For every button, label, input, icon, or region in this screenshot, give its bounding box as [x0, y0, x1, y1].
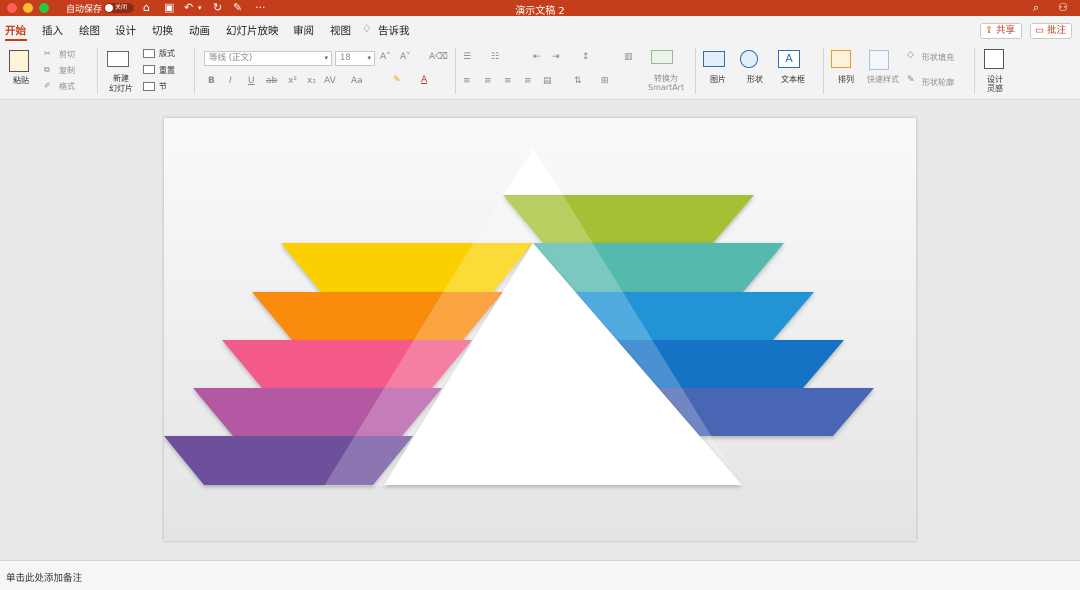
paste-label[interactable]: 粘贴: [13, 75, 29, 86]
textbox-icon[interactable]: A: [778, 50, 800, 68]
shape-fill-label[interactable]: 形状填充: [922, 52, 954, 63]
font-name-select[interactable]: 等线 (正文) ▾: [204, 51, 332, 66]
designer-label-2[interactable]: 灵感: [987, 83, 1003, 94]
underline-icon[interactable]: U: [248, 76, 255, 86]
format-painter-label[interactable]: 格式: [59, 81, 75, 92]
section-icon[interactable]: [143, 82, 155, 91]
layout-icon[interactable]: [143, 49, 155, 58]
change-case-icon[interactable]: Aa: [351, 76, 363, 86]
char-spacing-icon[interactable]: AV: [324, 76, 336, 86]
tab-slideshow[interactable]: 幻灯片放映: [226, 23, 279, 38]
tab-animations[interactable]: 动画: [189, 23, 210, 38]
tab-home[interactable]: 开始: [5, 23, 26, 38]
convert-smartart-label-2[interactable]: SmartArt: [648, 83, 684, 92]
reset-label[interactable]: 重置: [159, 65, 175, 76]
tab-draw[interactable]: 绘图: [79, 23, 100, 38]
justify-icon[interactable]: ≡: [524, 76, 532, 86]
subscript-icon[interactable]: x₂: [307, 76, 316, 86]
textbox-label[interactable]: 文本框: [781, 74, 805, 85]
columns-icon[interactable]: ▥: [624, 52, 633, 62]
align-center-icon[interactable]: ≡: [484, 76, 492, 86]
tab-transitions[interactable]: 切换: [152, 23, 173, 38]
shapes-icon[interactable]: [740, 50, 758, 68]
slide[interactable]: [164, 118, 916, 541]
quick-styles-label[interactable]: 快速样式: [867, 74, 899, 85]
tell-me[interactable]: 告诉我: [378, 23, 410, 38]
layout-label[interactable]: 版式: [159, 48, 175, 59]
slide-canvas: [0, 100, 1080, 560]
highlight-icon[interactable]: ✎: [393, 75, 401, 85]
window-title: 演示文稿 2: [515, 6, 565, 17]
numbering-icon[interactable]: ☷: [491, 52, 499, 62]
shape-outline-label[interactable]: 形状轮廓: [922, 77, 954, 88]
bold-icon[interactable]: B: [208, 76, 215, 86]
notes-pane[interactable]: 单击此处添加备注: [0, 560, 1080, 590]
decrease-font-icon[interactable]: A˅: [400, 52, 411, 62]
tab-review[interactable]: 审阅: [293, 23, 314, 38]
title-bar: 自动保存 关闭 ⌂ ▣ ↶ ▾ ↻ ✎ ··· 演示文稿 2 ⌕ ⚇: [0, 0, 1080, 17]
picture-icon[interactable]: [703, 51, 725, 67]
shape-outline-icon[interactable]: ✎: [907, 75, 915, 85]
copy-icon[interactable]: ⧉: [44, 65, 50, 75]
search-icon[interactable]: ⌕: [1033, 1, 1039, 15]
font-color-icon[interactable]: A: [421, 75, 427, 85]
shapes-label[interactable]: 形状: [747, 74, 763, 85]
distributed-icon[interactable]: ▤: [543, 76, 552, 86]
section-label[interactable]: 节: [159, 81, 167, 92]
active-tab-indicator: [5, 39, 27, 41]
prism-graphic: [164, 146, 874, 486]
bullets-icon[interactable]: ☰: [463, 52, 471, 62]
notes-placeholder[interactable]: 单击此处添加备注: [6, 570, 82, 584]
tab-insert[interactable]: 插入: [42, 23, 63, 38]
account-icon[interactable]: ⚇: [1058, 1, 1068, 15]
align-right-icon[interactable]: ≡: [504, 76, 512, 86]
share-button[interactable]: ⇪ 共享: [980, 23, 1022, 39]
designer-icon[interactable]: [984, 49, 1004, 69]
clear-format-icon[interactable]: A⌫: [429, 52, 448, 62]
tab-design[interactable]: 设计: [115, 23, 136, 38]
picture-label[interactable]: 图片: [710, 74, 726, 85]
tab-view[interactable]: 视图: [330, 23, 351, 38]
line-spacing-icon[interactable]: ↕: [582, 52, 590, 62]
font-size-select[interactable]: 18 ▾: [335, 51, 375, 66]
superscript-icon[interactable]: x²: [288, 76, 297, 86]
italic-icon[interactable]: I: [229, 76, 232, 86]
decrease-indent-icon[interactable]: ⇤: [533, 52, 541, 62]
quick-styles-icon[interactable]: [869, 50, 889, 70]
new-slide-label-2[interactable]: 幻灯片: [109, 83, 133, 94]
strikethrough-icon[interactable]: ab: [266, 76, 277, 86]
text-direction-icon[interactable]: ⇅: [574, 76, 582, 86]
align-left-icon[interactable]: ≡: [463, 76, 471, 86]
format-painter-icon[interactable]: ✐: [44, 81, 51, 90]
ribbon-home: 粘贴 ✂ 剪切 ⧉ 复制 ✐ 格式 新建 幻灯片 版式 重置 节 等线 (正文)…: [0, 42, 1080, 100]
cut-icon[interactable]: ✂: [44, 49, 51, 58]
top-triangle[interactable]: [503, 149, 563, 195]
smartart-icon[interactable]: [651, 50, 673, 64]
new-slide-icon[interactable]: [107, 51, 129, 67]
reset-icon[interactable]: [143, 65, 155, 74]
cut-label[interactable]: 剪切: [59, 49, 75, 60]
arrange-label[interactable]: 排列: [838, 74, 854, 85]
copy-label[interactable]: 复制: [59, 65, 75, 76]
shape-fill-icon[interactable]: ◇: [907, 50, 914, 60]
increase-font-icon[interactable]: A˄: [380, 52, 391, 62]
align-text-icon[interactable]: ⊞: [601, 76, 609, 86]
arrange-icon[interactable]: [831, 50, 851, 68]
paste-icon[interactable]: [9, 50, 29, 72]
increase-indent-icon[interactable]: ⇥: [552, 52, 560, 62]
comments-button[interactable]: ▭ 批注: [1030, 23, 1072, 39]
ribbon-tabs: 开始 插入 绘图 设计 切换 动画 幻灯片放映 审阅 视图 ♢ 告诉我 ⇪ 共享…: [0, 16, 1080, 42]
lightbulb-icon[interactable]: ♢: [362, 23, 371, 35]
